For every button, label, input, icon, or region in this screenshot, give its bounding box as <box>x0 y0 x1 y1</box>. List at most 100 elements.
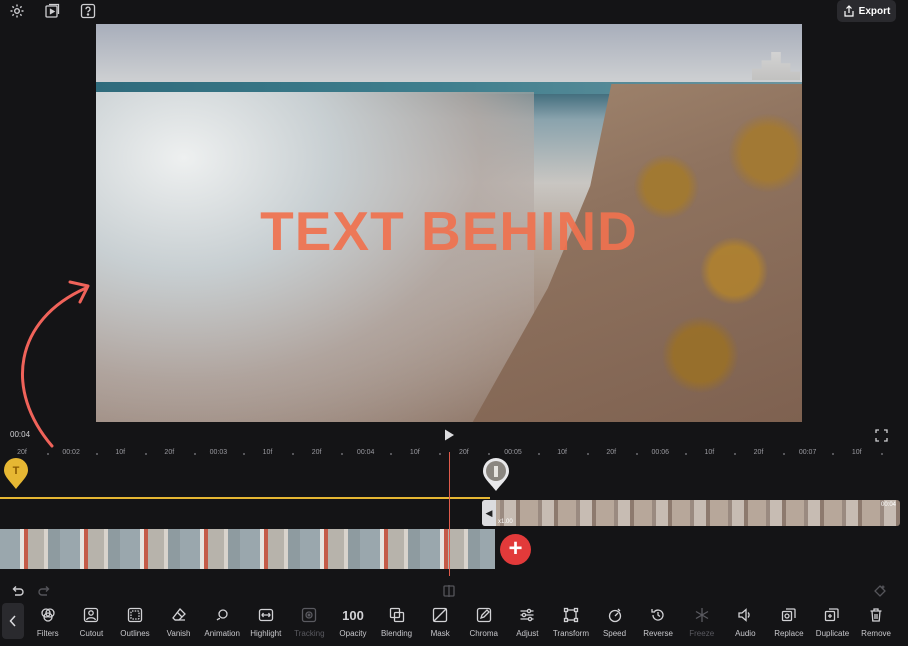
playhead[interactable] <box>449 452 450 576</box>
tool-audio-button[interactable]: Audio <box>724 603 768 643</box>
video-preview[interactable]: TEXT BEHIND <box>96 24 802 422</box>
tool-opacity-button[interactable]: 100 Opacity <box>331 603 375 643</box>
text-marker-icon[interactable]: T <box>3 458 29 490</box>
blending-icon <box>388 606 406 624</box>
reverse-icon <box>649 606 667 624</box>
tool-reverse-button[interactable]: Reverse <box>636 603 680 643</box>
duplicate-icon <box>823 606 841 624</box>
tool-remove-button[interactable]: Remove <box>854 603 898 643</box>
ruler-tick: 10f <box>851 449 862 456</box>
tool-label: Replace <box>774 629 804 638</box>
tool-outlines-button[interactable]: Outlines <box>113 603 157 643</box>
ruler-tick: 00:04 <box>356 449 375 456</box>
tool-mask-button[interactable]: Mask <box>418 603 462 643</box>
clip-marker-icon[interactable] <box>482 458 510 492</box>
redo-icon[interactable] <box>38 584 52 598</box>
tool-label: Mask <box>430 629 450 638</box>
ruler-dot <box>46 453 49 455</box>
video-clip-overlay[interactable]: ◀ x1.00 00:04 <box>482 500 900 526</box>
keyframe-icon[interactable] <box>873 584 887 598</box>
tool-filters-button[interactable]: Filters <box>26 603 70 643</box>
fullscreen-icon[interactable] <box>875 429 888 442</box>
current-time: 00:04 <box>10 430 31 439</box>
sliders-icon <box>518 606 536 624</box>
split-icon[interactable] <box>442 584 456 598</box>
curved-arrow-icon <box>20 280 90 448</box>
ruler-tick: 20f <box>311 449 322 456</box>
ruler-dot <box>733 453 736 455</box>
transform-icon <box>562 606 580 624</box>
tool-blending-button[interactable]: Blending <box>375 603 419 643</box>
ruler-tick: 00:05 <box>504 449 522 456</box>
play-square-icon[interactable] <box>44 3 60 19</box>
clip-duration: 00:04 <box>880 502 896 508</box>
tool-transform-button[interactable]: Transform <box>549 603 593 643</box>
tool-label: Opacity <box>339 629 367 638</box>
eraser-icon <box>170 606 188 624</box>
ruler-dot <box>193 453 196 455</box>
tool-label: Cutout <box>79 629 104 638</box>
speed-icon <box>606 606 624 624</box>
tool-animation-button[interactable]: Animation <box>200 603 244 643</box>
ruler-dot <box>537 453 540 455</box>
tracking-icon <box>300 606 318 624</box>
ruler-tick: 00:06 <box>651 449 670 456</box>
tool-cutout-button[interactable]: Cutout <box>70 603 114 643</box>
highlight-icon <box>257 606 275 624</box>
text-track[interactable] <box>0 497 490 499</box>
ruler-tick: 10f <box>704 449 715 456</box>
undo-icon[interactable] <box>10 584 24 598</box>
trim-handle-left[interactable]: ◀ <box>482 500 496 526</box>
add-clip-button[interactable]: + <box>500 534 531 565</box>
tool-adjust-button[interactable]: Adjust <box>506 603 550 643</box>
tool-label: Outlines <box>120 629 150 638</box>
ruler-tick: 00:07 <box>798 449 817 456</box>
share-icon <box>844 5 854 17</box>
snowflake-icon <box>693 606 711 624</box>
tool-label: Chroma <box>469 629 498 638</box>
ruler-tick: 20f <box>606 449 617 456</box>
tool-label: Vanish <box>166 629 191 638</box>
export-button[interactable]: Export <box>837 0 896 22</box>
tool-label: Speed <box>602 629 627 638</box>
ruler-dot <box>881 453 884 455</box>
ruler-tick: 10f <box>409 449 420 456</box>
tool-replace-button[interactable]: Replace <box>767 603 811 643</box>
back-button[interactable] <box>2 603 24 639</box>
video-clip-main[interactable] <box>0 529 495 569</box>
ruler-dot <box>783 453 786 455</box>
play-icon[interactable] <box>442 428 456 442</box>
tool-chroma-button[interactable]: Chroma <box>462 603 506 643</box>
ruler-tick: 10f <box>557 449 567 456</box>
cutout-icon <box>82 606 100 624</box>
ruler-dot <box>439 453 442 455</box>
gear-icon[interactable] <box>9 3 25 19</box>
ruler-dot <box>144 453 147 455</box>
tool-tracking-button[interactable]: Tracking <box>288 603 332 643</box>
chroma-icon <box>475 606 493 624</box>
tool-freeze-button[interactable]: Freeze <box>680 603 724 643</box>
tool-label: Tracking <box>294 629 325 638</box>
ruler-tick: 10f <box>115 449 126 456</box>
ruler-dot <box>292 453 295 455</box>
ruler-tick: 00:03 <box>209 449 228 456</box>
tool-highlight-button[interactable]: Highlight <box>244 603 288 643</box>
ruler-dot <box>390 453 393 455</box>
ruler-dot <box>341 453 344 455</box>
replace-icon <box>780 606 798 624</box>
ruler-tick: 20f <box>17 449 27 456</box>
trash-icon <box>867 606 885 624</box>
question-icon[interactable] <box>80 3 96 19</box>
tool-label: Freeze <box>689 629 715 638</box>
tool-speed-button[interactable]: Speed <box>593 603 637 643</box>
ruler-dot <box>488 453 491 455</box>
speaker-icon <box>736 606 754 624</box>
ruler-dot <box>95 453 98 455</box>
tool-vanish-button[interactable]: Vanish <box>157 603 201 643</box>
timeline-ruler[interactable]: 20f 00:02 10f 20f 00:03 10f 20f 00:04 10f 20f 00:0… <box>0 448 908 460</box>
outlines-icon <box>126 606 144 624</box>
overlay-text[interactable]: TEXT BEHIND <box>96 199 802 263</box>
tool-duplicate-button[interactable]: Duplicate <box>811 603 855 643</box>
export-label: Export <box>858 5 891 17</box>
ruler-tick: 20f <box>459 449 469 456</box>
